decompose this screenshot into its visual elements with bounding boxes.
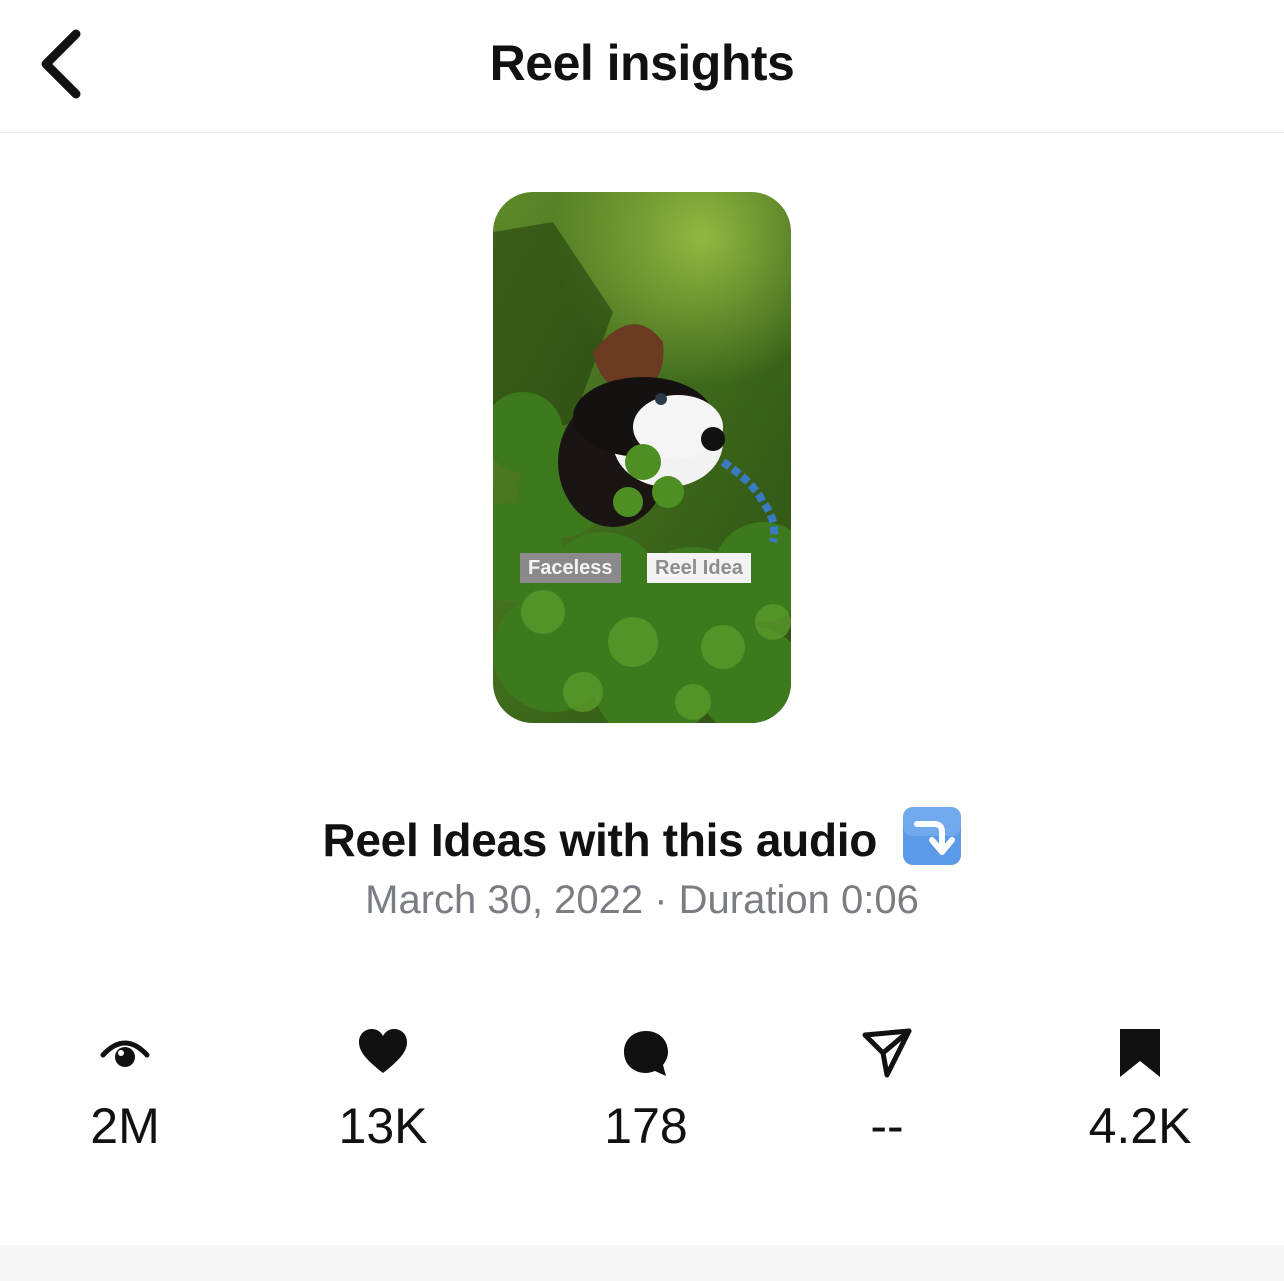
stat-comments[interactable]: 178 [536, 1025, 756, 1155]
reel-caption: Reel Ideas with this audio [0, 806, 1284, 867]
caption-text: Reel Ideas with this audio [322, 814, 878, 866]
reel-thumbnail[interactable] [493, 192, 791, 723]
thumbnail-tag-faceless: Faceless [520, 553, 621, 583]
top-bar: Reel insights [0, 0, 1284, 133]
meta-separator: · [654, 878, 668, 922]
section-divider [0, 1245, 1284, 1281]
page-title: Reel insights [489, 35, 795, 91]
eye-icon [100, 1040, 150, 1067]
stat-shares-value: -- [870, 1098, 904, 1154]
stat-comments-value: 178 [604, 1098, 688, 1154]
arrow-down-right-emoji-icon [902, 807, 961, 865]
duration-label: Duration [678, 878, 830, 922]
reel-date: March 30, 2022 [365, 878, 644, 922]
comment-icon [624, 1031, 668, 1076]
stat-views[interactable]: 2M [15, 1025, 235, 1155]
stat-saves-value: 4.2K [1088, 1098, 1192, 1154]
reel-thumbnail-image [493, 192, 791, 723]
reel-meta: March 30, 2022 · Duration 0:06 [0, 878, 1284, 923]
stat-shares[interactable]: -- [777, 1025, 997, 1155]
thumbnail-tag-reel-idea: Reel Idea [647, 553, 751, 583]
heart-icon [359, 1029, 407, 1073]
duration-value: 0:06 [841, 878, 919, 922]
bookmark-icon [1120, 1029, 1160, 1077]
reel-insights-screen: Reel insights Faceless Reel Idea Reel Id… [0, 0, 1284, 1281]
stat-likes[interactable]: 13K [273, 1025, 493, 1155]
stat-saves[interactable]: 4.2K [1030, 1025, 1250, 1155]
send-icon [862, 1028, 912, 1078]
stat-views-value: 2M [90, 1098, 160, 1154]
stat-likes-value: 13K [338, 1098, 428, 1154]
